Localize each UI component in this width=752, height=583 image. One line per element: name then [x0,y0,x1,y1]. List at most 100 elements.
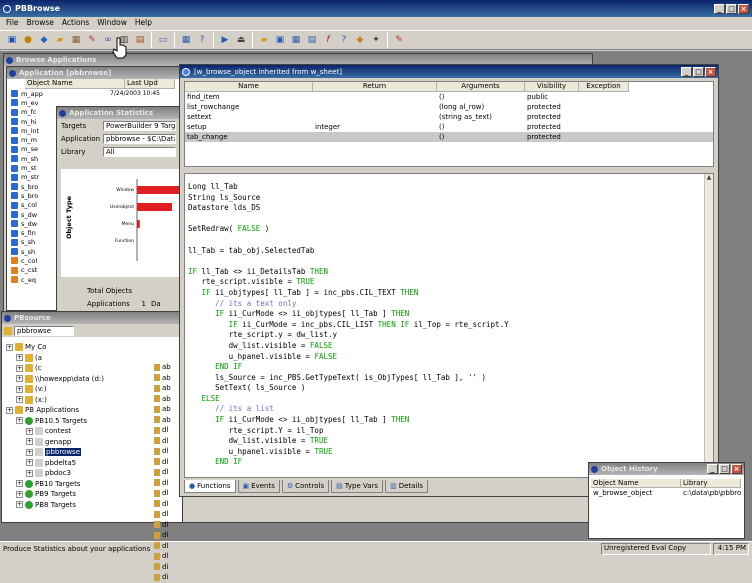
file-item[interactable]: dl [154,509,182,520]
file-item[interactable]: dl [154,425,182,436]
export-icon[interactable]: ▤ [133,33,147,47]
column-object-name[interactable]: Object Name [591,479,681,488]
tree-item[interactable]: + contest [6,426,156,437]
file-item[interactable]: dl [154,520,182,531]
column-object-name[interactable]: Object Name [25,79,125,89]
function-row[interactable]: settext (string as_text) protected [185,112,713,122]
pbsource-window[interactable]: PBsource pbbrowse + My Co + (a + (c + \\howexpp… [1,311,183,581]
pbsource-location[interactable]: pbbrowse [14,325,74,336]
column-return[interactable]: Return [313,82,437,92]
pencil-icon[interactable]: ✎ [392,33,406,47]
code-scrollbar[interactable]: ▲ ▼ [704,174,713,477]
function-row[interactable]: list_rowchange (long al_row) protected [185,102,713,112]
menu-browse[interactable]: Browse [27,18,54,29]
application-dropdown[interactable]: pbbrowse - $C:\Data\ [103,134,176,144]
folder2-icon[interactable]: ▰ [257,33,271,47]
exit-icon[interactable]: ⏏ [234,33,248,47]
menu-actions[interactable]: Actions [62,18,89,29]
maximize-icon[interactable]: □ [719,464,730,474]
tab-controls[interactable]: ⚙ Controls [281,480,330,493]
expand-icon[interactable]: + [16,354,23,362]
expand-icon[interactable]: + [26,459,33,467]
grid-icon[interactable]: ▦ [289,33,303,47]
file-item[interactable]: dl [154,467,182,478]
menu-file[interactable]: File [6,18,19,29]
tab-functions[interactable]: ● Functions [184,480,236,493]
expand-icon[interactable]: + [26,438,33,446]
tree-item[interactable]: + \\howexpp\data (d:) [6,374,156,385]
expand-icon[interactable]: + [16,480,23,488]
expand-icon[interactable]: + [26,427,33,435]
library-icon[interactable]: ▦ [69,33,83,47]
function-row[interactable]: setup integer () protected [185,122,713,132]
menu-help[interactable]: Help [135,18,152,29]
close-icon[interactable]: × [731,464,742,474]
close-icon[interactable]: × [738,3,749,14]
file-item[interactable]: di [154,562,182,573]
expand-icon[interactable]: + [16,385,23,393]
expand-icon[interactable]: + [16,396,23,404]
object-row[interactable]: m_app 7/24/2003 10:45 [11,89,180,98]
expand-icon[interactable]: + [26,469,33,477]
tree-item[interactable]: + (c [6,363,156,374]
column-exception[interactable]: Exception [579,82,629,92]
expand-icon[interactable]: + [16,501,23,509]
minimize-icon[interactable]: _ [707,464,718,474]
file-item[interactable]: ab [154,373,182,384]
expand-icon[interactable]: + [6,406,13,414]
file-item[interactable]: dl [154,499,182,510]
tree-item[interactable]: + (x:) [6,395,156,406]
column-visibility[interactable]: Visibility [525,82,579,92]
file-item[interactable]: ab [154,404,182,415]
file-item[interactable]: ab [154,383,182,394]
history-row[interactable]: w_browse_object c:\data\pb\pbbrowse [591,489,742,497]
run-icon[interactable]: ▶ [218,33,232,47]
object-history-window[interactable]: Object History _ □ × Object Name Library… [588,462,745,539]
minimize-icon[interactable]: _ [681,66,692,77]
file-item[interactable]: dl [154,446,182,457]
tree-item[interactable]: + (a [6,353,156,364]
help2-icon[interactable]: ? [337,33,351,47]
file-item[interactable]: ab [154,415,182,426]
tree-item[interactable]: + PB10.5 Targets [6,416,156,427]
browse-icon[interactable]: ◆ [37,33,51,47]
tree-item[interactable]: + (v:) [6,384,156,395]
tree-item[interactable]: + pbbrowse [6,447,156,458]
library-dropdown[interactable]: All [103,147,176,157]
wand-icon[interactable]: ✦ [369,33,383,47]
minimize-icon[interactable]: _ [714,3,725,14]
close-icon[interactable]: × [705,66,716,77]
menu-window[interactable]: Window [97,18,127,29]
editor-window[interactable]: [w_browse_object inherited from w_sheet]… [179,64,719,497]
tree-item[interactable]: + PB Applications [6,405,156,416]
expand-icon[interactable]: + [6,343,13,351]
tree-item[interactable]: + pbdoc3 [6,468,156,479]
targets-dropdown[interactable]: PowerBuilder 9 Targets [103,121,176,131]
file-item[interactable]: dl [154,530,182,541]
help-icon[interactable]: ? [195,33,209,47]
layout-icon[interactable]: ▦ [179,33,193,47]
edit-icon[interactable]: ✎ [85,33,99,47]
file-item[interactable]: dl [154,436,182,447]
column-library[interactable]: Library [681,479,741,488]
expand-icon[interactable]: + [16,375,23,383]
cube-icon[interactable]: ◆ [353,33,367,47]
print-icon[interactable]: ▭ [156,33,170,47]
tab-type-vars[interactable]: ▤ Type Vars [331,480,384,493]
file-item[interactable]: dl [154,478,182,489]
code-editor[interactable]: Long ll_Tab String ls_Source Datastore lds… [184,173,714,478]
new-icon[interactable]: ▣ [5,33,19,47]
function-row[interactable]: find_item () public [185,92,713,102]
column-name[interactable]: Name [185,82,313,92]
folder-icon[interactable]: ▰ [53,33,67,47]
file-item[interactable]: dl [154,488,182,499]
maximize-icon[interactable]: □ [726,3,737,14]
tree-item[interactable]: + PB8 Targets [6,500,156,511]
file-item[interactable]: dl [154,457,182,468]
table-icon[interactable]: ▤ [305,33,319,47]
file-item[interactable]: ab [154,362,182,373]
tree-item[interactable]: + pbdelta5 [6,458,156,469]
file-item[interactable]: di [154,572,182,583]
tab-details[interactable]: ▥ Details [385,480,428,493]
expand-icon[interactable]: + [26,448,33,456]
